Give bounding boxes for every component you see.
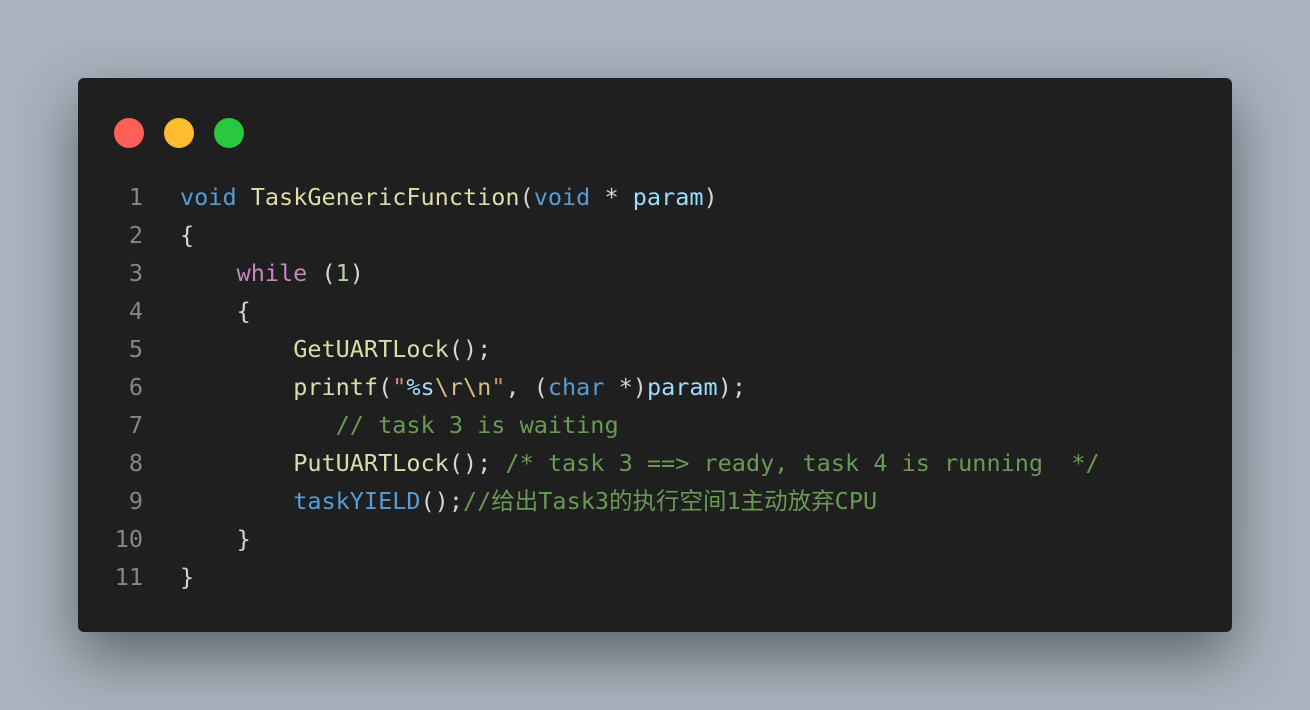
code-token: param [632, 183, 704, 211]
line-number: 9 [128, 487, 143, 515]
line-number: 2 [128, 221, 143, 249]
code-token: taskYIELD [293, 487, 421, 515]
line-number: 11 [114, 563, 143, 591]
code-token: } [180, 563, 195, 591]
line-source: GetUARTLock(); [180, 330, 491, 368]
line-source: PutUARTLock(); /* task 3 ==> ready, task… [180, 444, 1100, 482]
line-number: 3 [128, 259, 143, 287]
code-line: 1 void TaskGenericFunction(void * param) [78, 178, 1232, 216]
code-token: ( [378, 373, 393, 401]
code-token: // task 3 is waiting [335, 411, 619, 439]
code-line: 4 { [78, 292, 1232, 330]
window-controls [114, 118, 244, 148]
code-window: 1 void TaskGenericFunction(void * param) 2… [78, 78, 1232, 632]
code-line: 3 while (1) [78, 254, 1232, 292]
code-token: param [646, 373, 718, 401]
code-token: (); [448, 449, 506, 477]
code-token: void [533, 183, 591, 211]
code-token: ) [703, 183, 718, 211]
code-token: 1 [335, 259, 350, 287]
line-number: 4 [128, 297, 143, 325]
line-number: 7 [128, 411, 143, 439]
code-token: { [180, 297, 251, 325]
line-source: while (1) [180, 254, 364, 292]
code-token: ( [519, 183, 534, 211]
line-source: taskYIELD();//给出Task3的执行空间1主动放弃CPU [180, 482, 877, 520]
code-line: 8 PutUARTLock(); /* task 3 ==> ready, ta… [78, 444, 1232, 482]
line-source: // task 3 is waiting [180, 406, 619, 444]
code-line: 5 GetUARTLock(); [78, 330, 1232, 368]
code-token: printf [293, 373, 379, 401]
code-line: 10 } [78, 520, 1232, 558]
code-line: 2{ [78, 216, 1232, 254]
line-source: { [180, 292, 251, 330]
line-number: 8 [128, 449, 143, 477]
code-line: 9 taskYIELD();//给出Task3的执行空间1主动放弃CPU [78, 482, 1232, 520]
code-token: ); [717, 373, 746, 401]
code-line: 6 printf("%s\r\n", (char *)param); [78, 368, 1232, 406]
minimize-button[interactable] [164, 118, 194, 148]
close-button[interactable] [114, 118, 144, 148]
line-source: } [180, 520, 251, 558]
code-token: void [180, 183, 237, 211]
code-token: %s [406, 373, 435, 401]
code-token: TaskGenericFunction [250, 183, 520, 211]
code-token: char [547, 373, 605, 401]
line-number: 1 [128, 183, 143, 211]
line-source: void TaskGenericFunction(void * param) [180, 178, 718, 216]
code-token: while [236, 259, 308, 287]
code-token: (); [420, 487, 463, 515]
code-line: 7 // task 3 is waiting [78, 406, 1232, 444]
line-source: } [180, 558, 194, 596]
code-token: //给出Task3的执行空间1主动放弃CPU [462, 487, 878, 515]
line-source: { [180, 216, 194, 254]
line-number: 5 [128, 335, 143, 363]
code-token: PutUARTLock [293, 449, 449, 477]
line-number: 6 [128, 373, 143, 401]
code-token: \r\n [434, 373, 492, 401]
line-number: 10 [114, 525, 143, 553]
code-token: { [180, 221, 195, 249]
code-block[interactable]: 1 void TaskGenericFunction(void * param) 2… [78, 178, 1232, 596]
code-token: ( [307, 259, 336, 287]
code-token: * [590, 183, 633, 211]
code-token: " [491, 373, 506, 401]
maximize-button[interactable] [214, 118, 244, 148]
code-token: , ( [505, 373, 548, 401]
code-token: " [392, 373, 407, 401]
code-line: 11} [78, 558, 1232, 596]
code-token: (); [448, 335, 492, 363]
code-token: *) [604, 373, 647, 401]
code-token: GetUARTLock [293, 335, 449, 363]
code-token: /* task 3 ==> ready, task 4 is running *… [505, 449, 1100, 477]
line-source: printf("%s\r\n", (char *)param); [180, 368, 746, 406]
code-token: } [180, 525, 251, 553]
code-token: ) [349, 259, 364, 287]
